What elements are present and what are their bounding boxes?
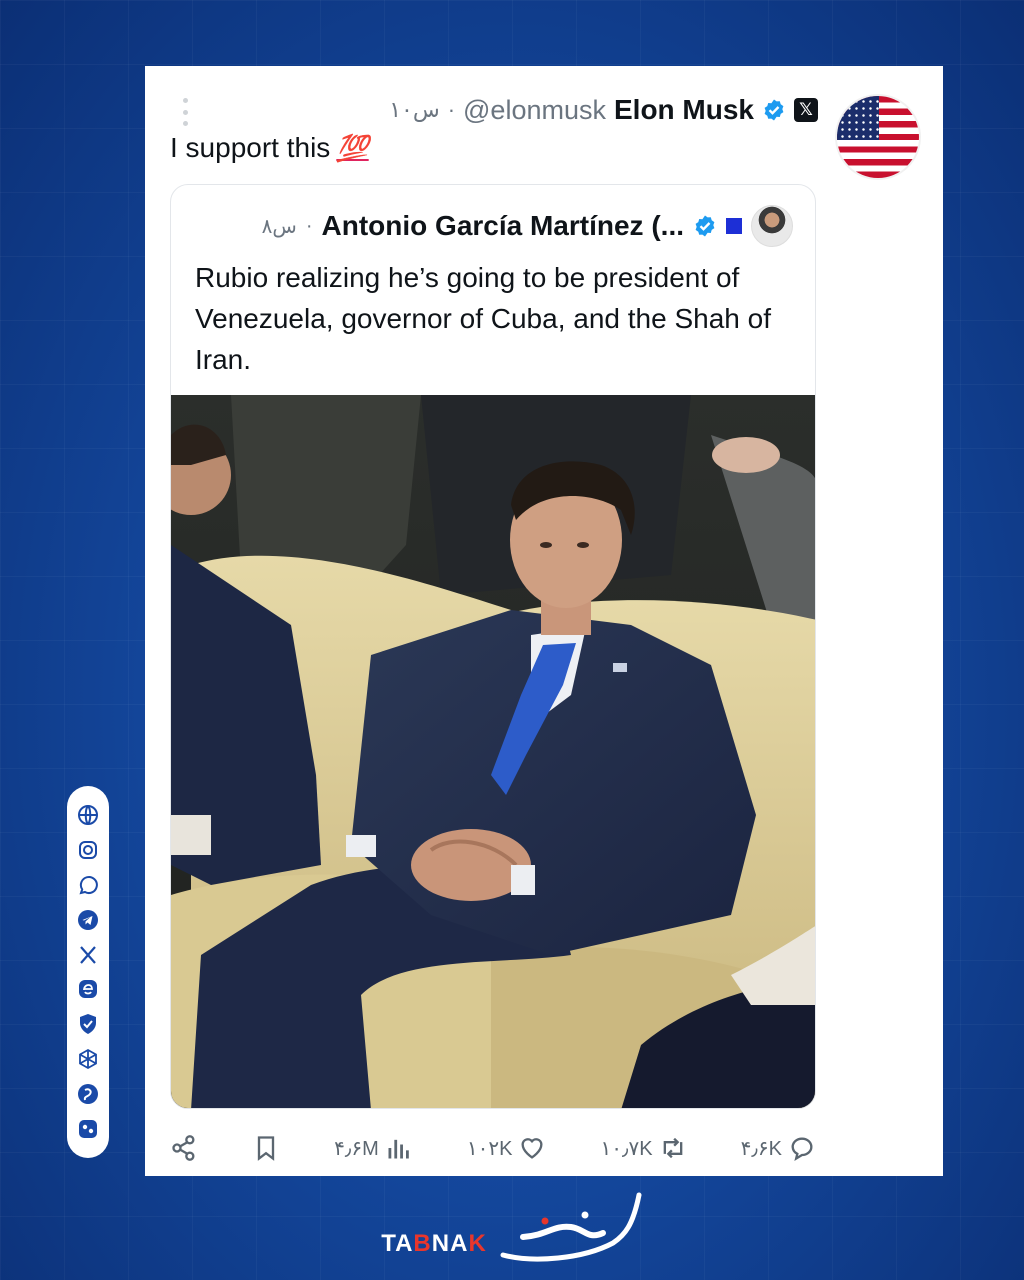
quoted-tweet-photo[interactable] <box>171 395 815 1108</box>
hundred-points-icon: 💯 <box>336 133 369 163</box>
author-handle[interactable]: @elonmusk <box>463 95 606 126</box>
separator: · <box>305 214 313 237</box>
instagram-link[interactable] <box>75 837 101 863</box>
tabnak-logo: TABNAK <box>0 1185 1024 1275</box>
quoted-time: ۸س <box>261 215 297 238</box>
views-button[interactable]: ۴٫۶M <box>334 1134 413 1162</box>
tweet-text: I support this 💯 <box>170 132 369 164</box>
bookmark-icon <box>257 1136 275 1161</box>
eitaa-link[interactable] <box>75 976 101 1002</box>
rubika-link[interactable] <box>75 1046 101 1072</box>
igap-link[interactable] <box>75 1116 101 1142</box>
replies-count: ۴٫۶K <box>740 1137 782 1160</box>
verified-icon <box>764 99 784 121</box>
more-icon[interactable] <box>180 98 190 126</box>
tweet-header: ۱۰س · @elonmusk Elon Musk 𝕏 <box>389 92 818 128</box>
likes-count: ۱۰۲K <box>466 1137 513 1160</box>
logo-accent-1: B <box>413 1230 432 1257</box>
rubika-icon <box>79 1048 97 1070</box>
whatsapp-link[interactable] <box>75 872 101 898</box>
tweet-time: ۱۰س <box>389 97 440 122</box>
x-logo-icon: 𝕏 <box>794 98 818 122</box>
bale-icon <box>80 1014 96 1035</box>
quoted-tweet-header: ۸س · Antonio García Martínez (... <box>262 205 793 247</box>
eitaa-icon <box>79 980 97 999</box>
verified-icon <box>695 215 715 237</box>
instagram-icon <box>79 841 97 860</box>
like-icon <box>521 1138 543 1159</box>
logo-latin-text: TABNAK <box>381 1230 487 1258</box>
x-icon <box>80 945 96 964</box>
avatar[interactable] <box>751 205 793 247</box>
logo-script <box>500 1192 642 1262</box>
quoted-author-name[interactable]: Antonio García Martínez (... <box>322 210 684 242</box>
globe-link[interactable] <box>75 802 101 828</box>
soroush-link[interactable] <box>75 1081 101 1107</box>
bookmark-button[interactable] <box>252 1134 280 1162</box>
whatsapp-icon <box>79 876 98 895</box>
reply-icon <box>791 1137 813 1161</box>
globe-icon <box>78 805 98 826</box>
quoted-tweet-text: Rubio realizing he’s going to be preside… <box>195 262 771 375</box>
reposts-count: ۱۰٫۷K <box>600 1137 653 1160</box>
blue-square-icon <box>726 218 742 234</box>
telegram-link[interactable] <box>75 907 101 933</box>
bale-link[interactable] <box>75 1011 101 1037</box>
views-count: ۴٫۶M <box>334 1137 379 1160</box>
repost-button[interactable]: ۱۰٫۷K <box>601 1134 687 1162</box>
logo-part-2: NA <box>431 1230 469 1257</box>
tweet-body: I support this <box>170 132 331 163</box>
social-links-bar <box>67 786 109 1158</box>
photo-illustration <box>171 395 815 1108</box>
quoted-tweet[interactable]: ۸س · Antonio García Martínez (... Rubio … <box>170 184 816 1109</box>
share-button[interactable] <box>170 1134 198 1162</box>
us-flag-icon <box>837 96 919 178</box>
telegram-icon <box>78 909 98 930</box>
views-icon <box>388 1139 409 1159</box>
logo-part-1: TA <box>381 1230 414 1257</box>
reply-button[interactable]: ۴٫۶K <box>741 1134 816 1162</box>
like-button[interactable]: ۱۰۲K <box>467 1134 547 1162</box>
action-bar: ۴٫۶M ۱۰۲K ۱۰٫۷K ۴٫۶K <box>170 1128 816 1168</box>
separator: · <box>447 97 456 122</box>
soroush-icon <box>78 1083 98 1104</box>
x-link[interactable] <box>75 942 101 968</box>
igap-icon <box>79 1119 97 1138</box>
author-name[interactable]: Elon Musk <box>614 94 754 126</box>
logo-accent-2: K <box>468 1230 487 1257</box>
share-icon <box>172 1135 195 1161</box>
repost-icon <box>663 1137 682 1159</box>
